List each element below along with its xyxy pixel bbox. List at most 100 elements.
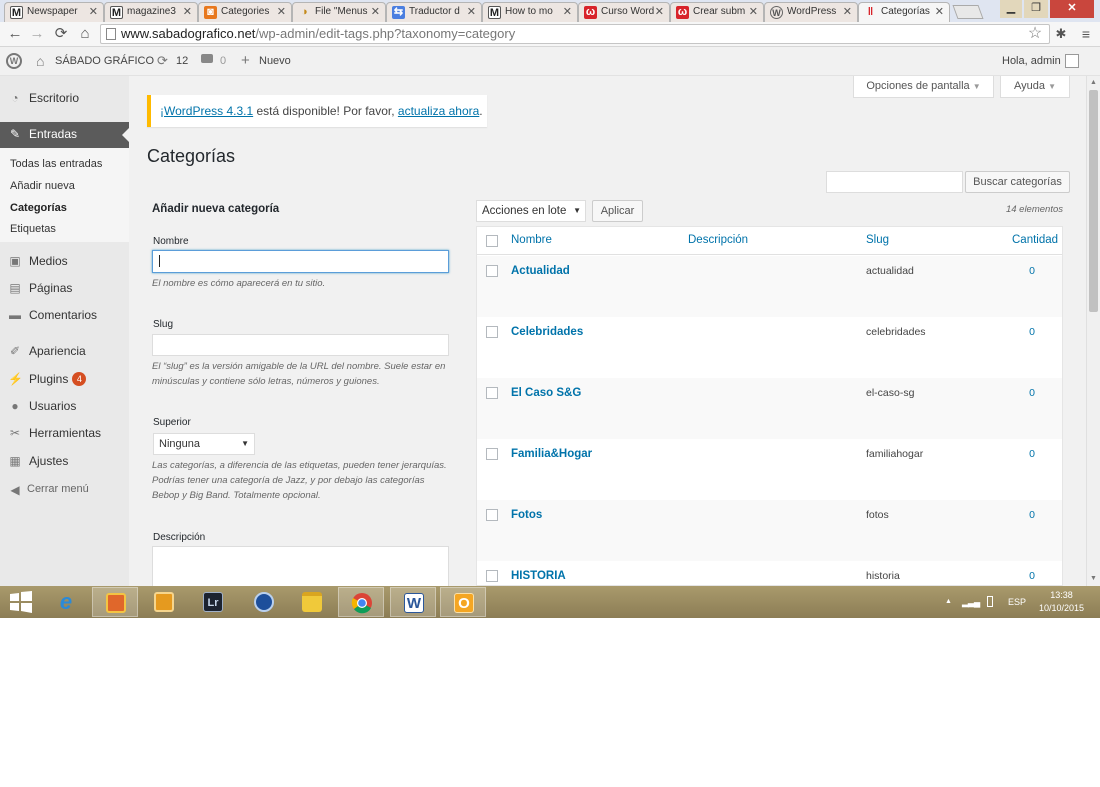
tab-close-icon[interactable]: ✕ [467, 5, 476, 18]
menu-item-media[interactable]: ▣ Medios [0, 249, 129, 275]
category-name-link[interactable]: El Caso S&G [511, 387, 581, 399]
forward-arrow-icon[interactable]: → [28, 25, 46, 43]
row-checkbox[interactable] [486, 265, 498, 277]
tab-close-icon[interactable]: ✕ [371, 5, 380, 18]
screen-options-button[interactable]: Opciones de pantalla ▼ [853, 76, 994, 98]
search-categories-input[interactable] [826, 171, 963, 193]
menu-item-tools[interactable]: ✂ Herramientas [0, 421, 129, 447]
taskbar-app-explorer[interactable] [241, 587, 287, 617]
browser-tab[interactable]: ω Curso Word ✕ [578, 2, 670, 22]
category-count-link[interactable]: 0 [1022, 509, 1042, 521]
row-checkbox[interactable] [486, 509, 498, 521]
clock-date[interactable]: 10/10/2015 [1036, 603, 1087, 613]
update-now-link[interactable]: actualiza ahora [398, 104, 479, 118]
slug-input[interactable] [152, 334, 449, 356]
row-checkbox[interactable] [486, 326, 498, 338]
browser-tab[interactable]: ω Crear subm ✕ [670, 2, 764, 22]
plus-icon[interactable]: + [241, 52, 250, 69]
submenu-item-all-posts[interactable]: Todas las entradas [10, 158, 102, 170]
browser-tab[interactable]: M How to mo ✕ [482, 2, 578, 22]
taskbar-app-word[interactable]: W [390, 587, 436, 617]
description-textarea[interactable] [152, 546, 449, 586]
chrome-menu-icon[interactable]: ≡ [1077, 25, 1095, 43]
category-count-link[interactable]: 0 [1022, 448, 1042, 460]
row-checkbox[interactable] [486, 570, 498, 582]
taskbar-app-ie[interactable]: e [43, 587, 89, 617]
signal-icon[interactable]: ▂▃▄ [962, 597, 980, 608]
avatar[interactable] [1065, 54, 1079, 68]
minimize-button[interactable]: ▁ [1000, 0, 1022, 18]
bulk-actions-select[interactable]: Acciones en lote ▼ [476, 200, 586, 222]
tab-close-icon[interactable]: ✕ [563, 5, 572, 18]
category-name-link[interactable]: Fotos [511, 509, 542, 521]
category-count-link[interactable]: 0 [1022, 570, 1042, 582]
new-tab-button[interactable] [952, 5, 984, 19]
menu-item-dashboard[interactable]: ◔ Escritorio [0, 86, 129, 112]
name-input[interactable] [152, 250, 449, 273]
browser-tab[interactable]: Mmagazine3 ✕ [104, 2, 198, 22]
menu-item-settings[interactable]: ▦ Ajustes [0, 449, 129, 475]
tab-close-icon[interactable]: ✕ [843, 5, 852, 18]
browser-tab[interactable]: ⇆ Traductor d ✕ [386, 2, 482, 22]
category-count-link[interactable]: 0 [1022, 326, 1042, 338]
search-categories-button[interactable]: Buscar categorías [965, 171, 1070, 193]
taskbar-app-photos[interactable] [92, 587, 138, 617]
extension-icon[interactable]: ✱ [1052, 25, 1070, 43]
home-icon[interactable]: ⌂ [76, 25, 94, 43]
row-checkbox[interactable] [486, 448, 498, 460]
scroll-down-arrow-icon[interactable]: ▼ [1087, 572, 1100, 585]
page-scrollbar[interactable]: ▲ ▼ [1086, 76, 1100, 586]
taskbar-app-file-explorer[interactable] [289, 587, 335, 617]
clock-time[interactable]: 13:38 [1038, 590, 1085, 600]
row-checkbox[interactable] [486, 387, 498, 399]
menu-item-plugins[interactable]: ⚡ Plugins 4 [0, 367, 129, 393]
site-name-link[interactable]: SÁBADO GRÁFICO [55, 55, 154, 67]
taskbar-app-chrome[interactable] [338, 587, 384, 617]
taskbar-app-outlook[interactable]: O [440, 587, 486, 617]
scroll-up-arrow-icon[interactable]: ▲ [1087, 76, 1100, 89]
comment-bubble-icon[interactable] [201, 54, 213, 63]
reload-icon[interactable]: ⟳ [52, 25, 70, 43]
wordpress-logo-icon[interactable]: W [6, 53, 22, 69]
new-content-link[interactable]: Nuevo [259, 55, 291, 67]
column-header-count[interactable]: Cantidad [1012, 234, 1058, 246]
category-count-link[interactable]: 0 [1022, 265, 1042, 277]
updates-icon[interactable]: ⟳ [157, 53, 168, 69]
back-arrow-icon[interactable]: ← [6, 25, 24, 43]
category-name-link[interactable]: Celebridades [511, 326, 583, 338]
menu-item-posts[interactable]: ✎ Entradas [0, 122, 129, 148]
category-name-link[interactable]: HISTORIA [511, 570, 566, 582]
tab-close-icon[interactable]: ✕ [749, 5, 758, 18]
window-close-button[interactable]: ✕ [1050, 0, 1094, 18]
tab-close-icon[interactable]: ✕ [277, 5, 286, 18]
browser-tab[interactable]: ◑ File "Menus ✕ [292, 2, 386, 22]
tab-close-icon[interactable]: ✕ [183, 5, 192, 18]
column-header-description[interactable]: Descripción [688, 234, 748, 246]
input-language-indicator[interactable]: ESP [1008, 597, 1026, 607]
category-count-link[interactable]: 0 [1022, 387, 1042, 399]
bookmark-star-icon[interactable]: ☆ [1026, 25, 1044, 43]
scrollbar-thumb[interactable] [1089, 90, 1098, 312]
account-greeting[interactable]: Hola, admin [1002, 55, 1061, 67]
browser-tab[interactable]: W WordPress ✕ [764, 2, 858, 22]
tab-close-icon[interactable]: ✕ [89, 5, 98, 18]
show-hidden-icons-icon[interactable]: ▲ [945, 598, 952, 605]
menu-item-comments[interactable]: ▬ Comentarios [0, 303, 129, 329]
browser-tab[interactable]: ◙ Categories ✕ [198, 2, 292, 22]
wordpress-version-link[interactable]: ¡WordPress 4.3.1 [160, 104, 253, 118]
menu-item-users[interactable]: ● Usuarios [0, 394, 129, 420]
category-name-link[interactable]: Actualidad [511, 265, 570, 277]
submenu-item-tags[interactable]: Etiquetas [10, 223, 56, 235]
taskbar-app-lightroom[interactable]: Lr [190, 587, 236, 617]
menu-item-pages[interactable]: ▤ Páginas [0, 276, 129, 302]
parent-select[interactable]: Ninguna ▼ [153, 433, 255, 455]
help-button[interactable]: Ayuda ▼ [1000, 76, 1070, 98]
updates-count[interactable]: 12 [176, 55, 188, 67]
submenu-item-categories[interactable]: Categorías [10, 202, 67, 214]
apply-button[interactable]: Aplicar [592, 200, 643, 222]
battery-icon[interactable] [987, 596, 993, 607]
address-bar[interactable]: www.sabadografico.net/wp-admin/edit-tags… [100, 24, 1050, 44]
maximize-button[interactable]: ❐ [1024, 0, 1048, 18]
browser-tab[interactable]: M Newspaper ✕ [4, 2, 104, 22]
submenu-item-add-new[interactable]: Añadir nueva [10, 180, 75, 192]
